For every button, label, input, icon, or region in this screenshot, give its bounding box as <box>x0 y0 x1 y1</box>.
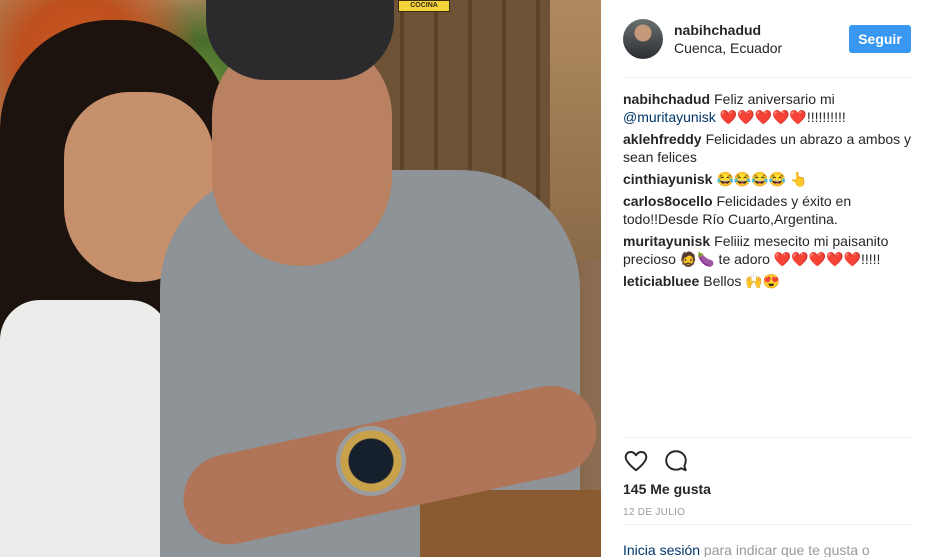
comment-text: Bellos 🙌😍 <box>703 273 781 289</box>
comment-username[interactable]: nabihchadud <box>623 91 710 107</box>
comment-text: Feliz aniversario mi <box>714 91 835 107</box>
comment-item: leticiabluee Bellos 🙌😍 <box>623 272 915 290</box>
header-location[interactable]: Cuenca, Ecuador <box>674 40 782 56</box>
photo-man-cap <box>206 0 394 80</box>
post-photo[interactable]: COCINA <box>0 0 601 557</box>
photo-sign: COCINA <box>398 0 450 12</box>
comment-item: nabihchadud Feliz aniversario mi @muritay… <box>623 90 915 126</box>
login-prompt-text: para indicar que te gusta o <box>700 542 870 557</box>
post-header: nabihchadud Cuenca, Ecuador Seguir <box>623 18 915 78</box>
follow-button[interactable]: Seguir <box>849 25 911 53</box>
comment-item: carlos8ocello Felicidades y éxito en todo… <box>623 192 915 228</box>
divider <box>623 437 911 438</box>
comment-username[interactable]: muritayunisk <box>623 233 710 249</box>
comment-username[interactable]: leticiabluee <box>623 273 699 289</box>
post-date: 12 DE JULIO <box>623 507 686 518</box>
comment-username[interactable]: carlos8ocello <box>623 193 713 209</box>
comment-item: cinthiayunisk 😂😂😂😂 👆 <box>623 170 915 188</box>
photo-wristwatch <box>336 426 406 496</box>
post-actions <box>623 448 723 474</box>
comment-bubble-icon[interactable] <box>663 448 689 474</box>
header-username[interactable]: nabihchadud <box>674 22 761 38</box>
photo-table <box>420 490 601 557</box>
comment-text: 😂😂😂😂 👆 <box>716 171 808 187</box>
photo-woman-top <box>0 300 170 557</box>
post-sidebar: nabihchadud Cuenca, Ecuador Seguir nabih… <box>601 0 939 557</box>
comments-list: nabihchadud Feliz aniversario mi @muritay… <box>623 90 915 294</box>
comment-text-tail: ❤️❤️❤️❤️❤️!!!!!!!!!! <box>715 109 846 125</box>
comment-username[interactable]: cinthiayunisk <box>623 171 712 187</box>
comment-mention[interactable]: @muritayunisk <box>623 109 716 125</box>
divider <box>623 524 911 525</box>
comment-username[interactable]: aklehfreddy <box>623 131 702 147</box>
avatar[interactable] <box>623 19 663 59</box>
heart-outline-icon[interactable] <box>623 448 649 474</box>
likes-count[interactable]: 145 Me gusta <box>623 481 711 497</box>
divider <box>623 77 911 78</box>
login-prompt: Inicia sesión para indicar que te gusta … <box>623 542 870 557</box>
comment-item: aklehfreddy Felicidades un abrazo a ambos… <box>623 130 915 166</box>
login-link[interactable]: Inicia sesión <box>623 542 700 557</box>
comment-item: muritayunisk Feliiiz mesecito mi paisanit… <box>623 232 915 268</box>
